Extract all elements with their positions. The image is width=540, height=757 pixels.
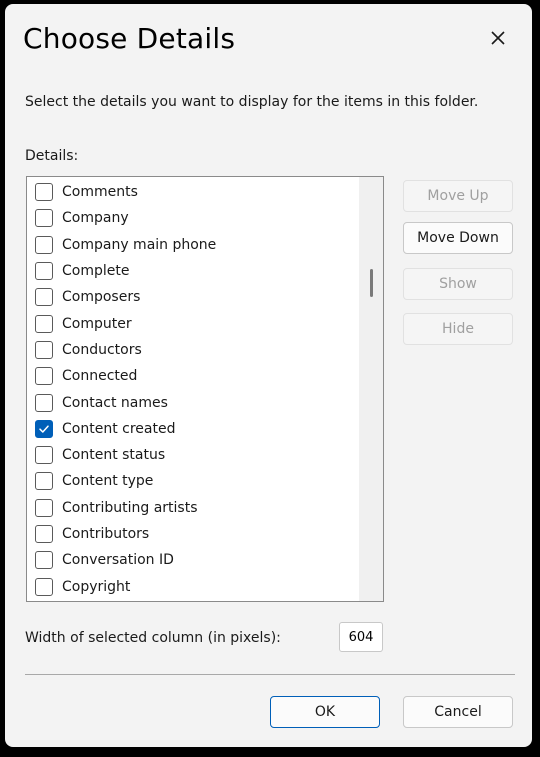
details-item-label: Connected bbox=[62, 368, 138, 385]
show-button[interactable]: Show bbox=[403, 268, 513, 300]
details-items: Comments Company Company main phone Complet… bbox=[27, 179, 357, 600]
details-item-label: Complete bbox=[62, 263, 130, 280]
close-button[interactable] bbox=[486, 26, 510, 50]
dialog-description: Select the details you want to display f… bbox=[25, 94, 479, 110]
details-list-item[interactable]: Content created bbox=[27, 416, 357, 442]
move-up-button[interactable]: Move Up bbox=[403, 180, 513, 212]
checkbox[interactable] bbox=[35, 288, 53, 307]
checkbox[interactable] bbox=[35, 314, 53, 333]
footer-divider bbox=[25, 674, 515, 675]
column-width-label: Width of selected column (in pixels): bbox=[25, 630, 281, 646]
ok-button[interactable]: OK bbox=[270, 696, 380, 728]
details-item-label: Comments bbox=[62, 184, 138, 201]
details-list-item[interactable]: Content status bbox=[27, 442, 357, 468]
details-item-label: Contributing artists bbox=[62, 499, 198, 516]
checkbox[interactable] bbox=[35, 262, 53, 281]
details-label: Details: bbox=[25, 148, 79, 164]
checkbox[interactable] bbox=[35, 393, 53, 412]
details-list-item[interactable]: Connected bbox=[27, 363, 357, 389]
details-item-label: Company main phone bbox=[62, 236, 217, 253]
details-list-item[interactable]: Composers bbox=[27, 284, 357, 310]
checkbox[interactable] bbox=[35, 498, 53, 517]
checkbox-checked[interactable] bbox=[35, 419, 53, 438]
details-list-item[interactable]: Copyright bbox=[27, 573, 357, 599]
details-item-label: Content type bbox=[62, 473, 154, 490]
details-item-label: Conductors bbox=[62, 341, 142, 358]
details-list-item[interactable]: Company bbox=[27, 205, 357, 231]
details-item-label: Content status bbox=[62, 447, 166, 464]
details-list-item[interactable]: Content type bbox=[27, 468, 357, 494]
close-icon bbox=[491, 31, 505, 45]
choose-details-dialog: Choose Details Select the details you wa… bbox=[5, 4, 532, 747]
details-item-label: Computer bbox=[62, 315, 132, 332]
details-item-label: Copyright bbox=[62, 578, 131, 595]
checkmark-icon bbox=[39, 425, 49, 433]
details-list-item[interactable]: Comments bbox=[27, 179, 357, 205]
dialog-title: Choose Details bbox=[23, 22, 236, 55]
details-listbox[interactable]: Comments Company Company main phone Complet… bbox=[26, 176, 384, 602]
cancel-button[interactable]: Cancel bbox=[403, 696, 513, 728]
vertical-scrollbar[interactable] bbox=[359, 177, 383, 601]
details-item-label: Company bbox=[62, 210, 129, 227]
details-item-label: Contributors bbox=[62, 526, 150, 542]
details-list-item[interactable]: Contributors bbox=[27, 521, 357, 547]
details-item-label: Contact names bbox=[62, 394, 168, 411]
checkbox[interactable] bbox=[35, 340, 53, 359]
checkbox[interactable] bbox=[35, 235, 53, 254]
checkbox[interactable] bbox=[35, 525, 53, 543]
details-item-label: Content created bbox=[62, 420, 176, 437]
details-list-item[interactable]: Conductors bbox=[27, 337, 357, 363]
details-list-item[interactable]: Company main phone bbox=[27, 232, 357, 258]
checkbox[interactable] bbox=[35, 577, 53, 596]
details-item-label: Conversation ID bbox=[62, 552, 174, 569]
checkbox[interactable] bbox=[35, 209, 53, 228]
checkbox[interactable] bbox=[35, 183, 53, 202]
checkbox[interactable] bbox=[35, 551, 53, 570]
details-list-item[interactable]: Complete bbox=[27, 258, 357, 284]
move-down-button[interactable]: Move Down bbox=[403, 222, 513, 254]
scrollbar-thumb[interactable] bbox=[370, 269, 373, 297]
hide-button[interactable]: Hide bbox=[403, 313, 513, 345]
details-list-item[interactable]: Contributing artists bbox=[27, 495, 357, 521]
checkbox[interactable] bbox=[35, 446, 53, 465]
column-width-input[interactable]: 604 bbox=[339, 622, 383, 652]
checkbox[interactable] bbox=[35, 472, 53, 491]
details-list-item[interactable]: Conversation ID bbox=[27, 547, 357, 573]
details-list-item[interactable]: Computer bbox=[27, 310, 357, 336]
checkbox[interactable] bbox=[35, 367, 53, 386]
details-list-item[interactable]: Contact names bbox=[27, 389, 357, 415]
details-item-label: Composers bbox=[62, 289, 141, 306]
